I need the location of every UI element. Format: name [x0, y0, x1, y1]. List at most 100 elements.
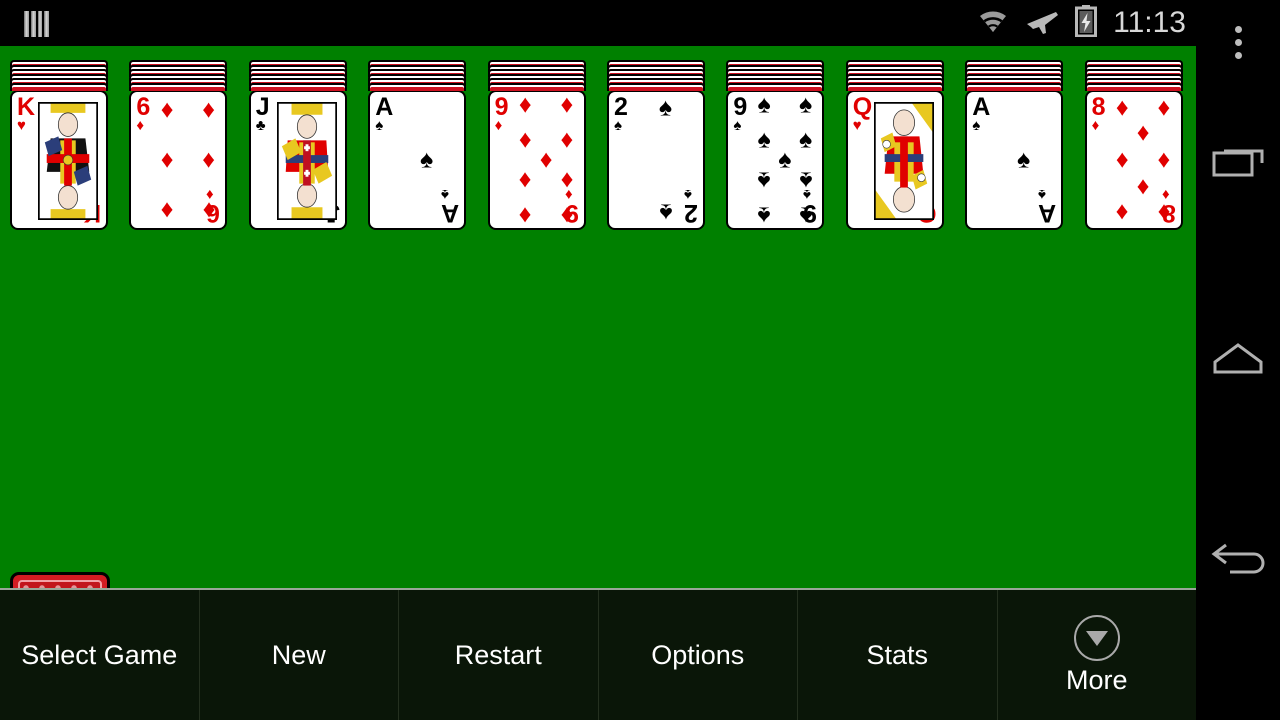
- tableau-column[interactable]: Q♥Q♥: [845, 60, 944, 230]
- card-corner-top-left: 6 ♦: [136, 95, 150, 134]
- card-pip: ♦: [518, 201, 532, 230]
- tableau-column[interactable]: 9 ♦ 9 ♦ ♦ ♦ ♦ ♦ ♦ ♦ ♦ ♦ ♦: [487, 60, 586, 230]
- tableau-column[interactable]: 9 ♠ 9 ♠ ♠ ♠ ♠ ♠ ♠ ♠ ♠ ♠ ♠: [726, 60, 825, 230]
- card-pip: ♠: [658, 198, 673, 227]
- card-corner-top-left: A ♠: [375, 95, 393, 134]
- playing-card[interactable]: K♥K♥: [10, 90, 108, 230]
- card-corner-top-left: J ♣: [256, 95, 270, 134]
- card-pip: ♦: [1157, 93, 1171, 122]
- card-pip-layout: ♠: [991, 98, 1056, 222]
- card-pip: ♦: [160, 145, 174, 174]
- tableau-column[interactable]: A ♠ A ♠ ♠: [965, 60, 1064, 230]
- card-pip: ♠: [757, 166, 771, 195]
- playing-card[interactable]: A ♠ A ♠ ♠: [368, 90, 467, 230]
- menu-item-label: Options: [651, 639, 745, 670]
- card-pip: ♦: [518, 125, 532, 154]
- facedown-card-stack: [607, 60, 705, 91]
- card-pip: ♦: [202, 145, 216, 174]
- playing-card[interactable]: J♣J♣: [248, 90, 347, 230]
- card-pip: ♦: [1136, 118, 1150, 147]
- facedown-card-stack: [487, 60, 586, 91]
- menu-item-stats[interactable]: Stats: [797, 590, 997, 720]
- playing-card[interactable]: 6 ♦ 6 ♦ ♦ ♦ ♦ ♦ ♦ ♦: [129, 90, 228, 230]
- facedown-card-edge: [726, 83, 825, 91]
- facedown-card-stack: [726, 60, 825, 91]
- playing-card[interactable]: 9 ♠ 9 ♠ ♠ ♠ ♠ ♠ ♠ ♠ ♠ ♠ ♠: [726, 90, 825, 230]
- card-corner-top-left: 9 ♠: [733, 95, 747, 134]
- tableau-column[interactable]: K♥K♥: [10, 60, 108, 230]
- tableau-columns: K♥K♥ 6♦6♦♦♦♦♦♦♦J♣J♣ A♠A: [0, 46, 1196, 588]
- tableau-column[interactable]: A ♠ A ♠ ♠: [368, 60, 467, 230]
- status-bar: 11:13: [0, 0, 1196, 46]
- card-pip: ♠: [799, 90, 813, 119]
- menu-item-label: New: [271, 639, 326, 670]
- facedown-card-edge: [368, 83, 467, 91]
- home-icon[interactable]: [1196, 328, 1280, 388]
- facedown-card-edge: [1084, 83, 1183, 91]
- card-pip-layout: ♦ ♦ ♦ ♦ ♦ ♦: [155, 95, 220, 225]
- card-pip: ♠: [1017, 145, 1031, 174]
- playing-card[interactable]: Q♥Q♥: [845, 90, 944, 230]
- menu-item-new[interactable]: New: [198, 590, 399, 720]
- menu-item-label: Restart: [454, 639, 542, 670]
- card-pip: ♦: [1136, 173, 1150, 202]
- chevron-down-circle-icon[interactable]: [1073, 614, 1120, 661]
- playing-card[interactable]: 2 ♠ 2 ♠ ♠ ♠: [607, 90, 705, 230]
- back-icon[interactable]: [1196, 528, 1280, 588]
- overflow-menu-icon[interactable]: [1196, 12, 1280, 72]
- card-pip: ♦: [202, 95, 216, 124]
- menu-item-label: Select Game: [21, 639, 178, 670]
- tableau-column[interactable]: 6 ♦ 6 ♦ ♦ ♦ ♦ ♦ ♦ ♦: [129, 60, 228, 230]
- menu-item-select-game[interactable]: Select Game: [0, 590, 199, 720]
- menu-item-label: Stats: [866, 639, 929, 670]
- tableau-column[interactable]: 8 ♦ 8 ♦ ♦ ♦ ♦ ♦ ♦ ♦ ♦ ♦: [1084, 60, 1183, 230]
- recents-icon[interactable]: [1196, 130, 1280, 190]
- card-pip: ♦: [560, 166, 574, 195]
- card-pip: ♦: [560, 125, 574, 154]
- tableau-column[interactable]: 2 ♠ 2 ♠ ♠ ♠: [607, 60, 705, 230]
- bottom-menu-bar: Select Game New Restart Options Stats More: [0, 588, 1196, 720]
- battery-charging-icon: [1075, 4, 1098, 42]
- menu-item-more[interactable]: More: [996, 590, 1197, 720]
- card-pip-layout: ♦ ♦ ♦ ♦ ♦ ♦ ♦ ♦: [1111, 93, 1176, 227]
- card-pip-layout: ♦ ♦ ♦ ♦ ♦ ♦ ♦ ♦ ♦: [514, 92, 579, 228]
- facedown-card-stack: [1084, 60, 1183, 91]
- tableau-column[interactable]: J♣J♣: [248, 60, 347, 230]
- menu-item-options[interactable]: Options: [597, 590, 798, 720]
- card-pip: ♦: [1157, 145, 1171, 174]
- facedown-card-edge: [965, 83, 1064, 91]
- facedown-card-edge: [487, 83, 586, 91]
- card-pip-layout: ♠ ♠ ♠ ♠ ♠ ♠ ♠ ♠ ♠: [752, 92, 817, 228]
- card-pip: ♠: [757, 201, 771, 230]
- card-corner-top-left: A ♠: [972, 95, 990, 134]
- card-pip: ♦: [202, 196, 216, 225]
- playing-card[interactable]: 8 ♦ 8 ♦ ♦ ♦ ♦ ♦ ♦ ♦ ♦ ♦: [1084, 90, 1183, 230]
- card-pip: ♦: [1115, 93, 1129, 122]
- playing-card[interactable]: 9 ♦ 9 ♦ ♦ ♦ ♦ ♦ ♦ ♦ ♦ ♦ ♦: [487, 90, 586, 230]
- card-pip: ♦: [518, 166, 532, 195]
- facedown-card-stack: [965, 60, 1064, 91]
- card-pip: ♦: [1157, 198, 1171, 227]
- facedown-card-edge: [845, 83, 944, 91]
- court-card-art: [38, 102, 98, 220]
- card-pip: ♠: [799, 125, 813, 154]
- card-pip: ♦: [539, 145, 553, 174]
- card-corner-top-left: K ♥: [17, 95, 35, 134]
- card-pip: ♠: [799, 201, 813, 230]
- status-indicators: 11:13: [977, 0, 1186, 46]
- card-pip: ♦: [160, 196, 174, 225]
- facedown-card-stack: [10, 60, 108, 91]
- wifi-icon: [977, 8, 1009, 39]
- card-corner-top-left: Q ♥: [853, 95, 872, 134]
- menu-item-restart[interactable]: Restart: [398, 590, 598, 720]
- card-pip: ♠: [757, 90, 771, 119]
- facedown-card-stack: [129, 60, 228, 91]
- status-clock: 11:13: [1113, 6, 1186, 39]
- card-corner-top-left: 8 ♦: [1092, 95, 1106, 134]
- card-corner-top-left: 9 ♦: [495, 95, 509, 134]
- court-card-art: [873, 102, 934, 220]
- card-pip: ♠: [420, 145, 434, 174]
- playing-card[interactable]: A ♠ A ♠ ♠: [965, 90, 1064, 230]
- menu-item-label: More: [1065, 664, 1128, 695]
- facedown-card-stack: [248, 60, 347, 91]
